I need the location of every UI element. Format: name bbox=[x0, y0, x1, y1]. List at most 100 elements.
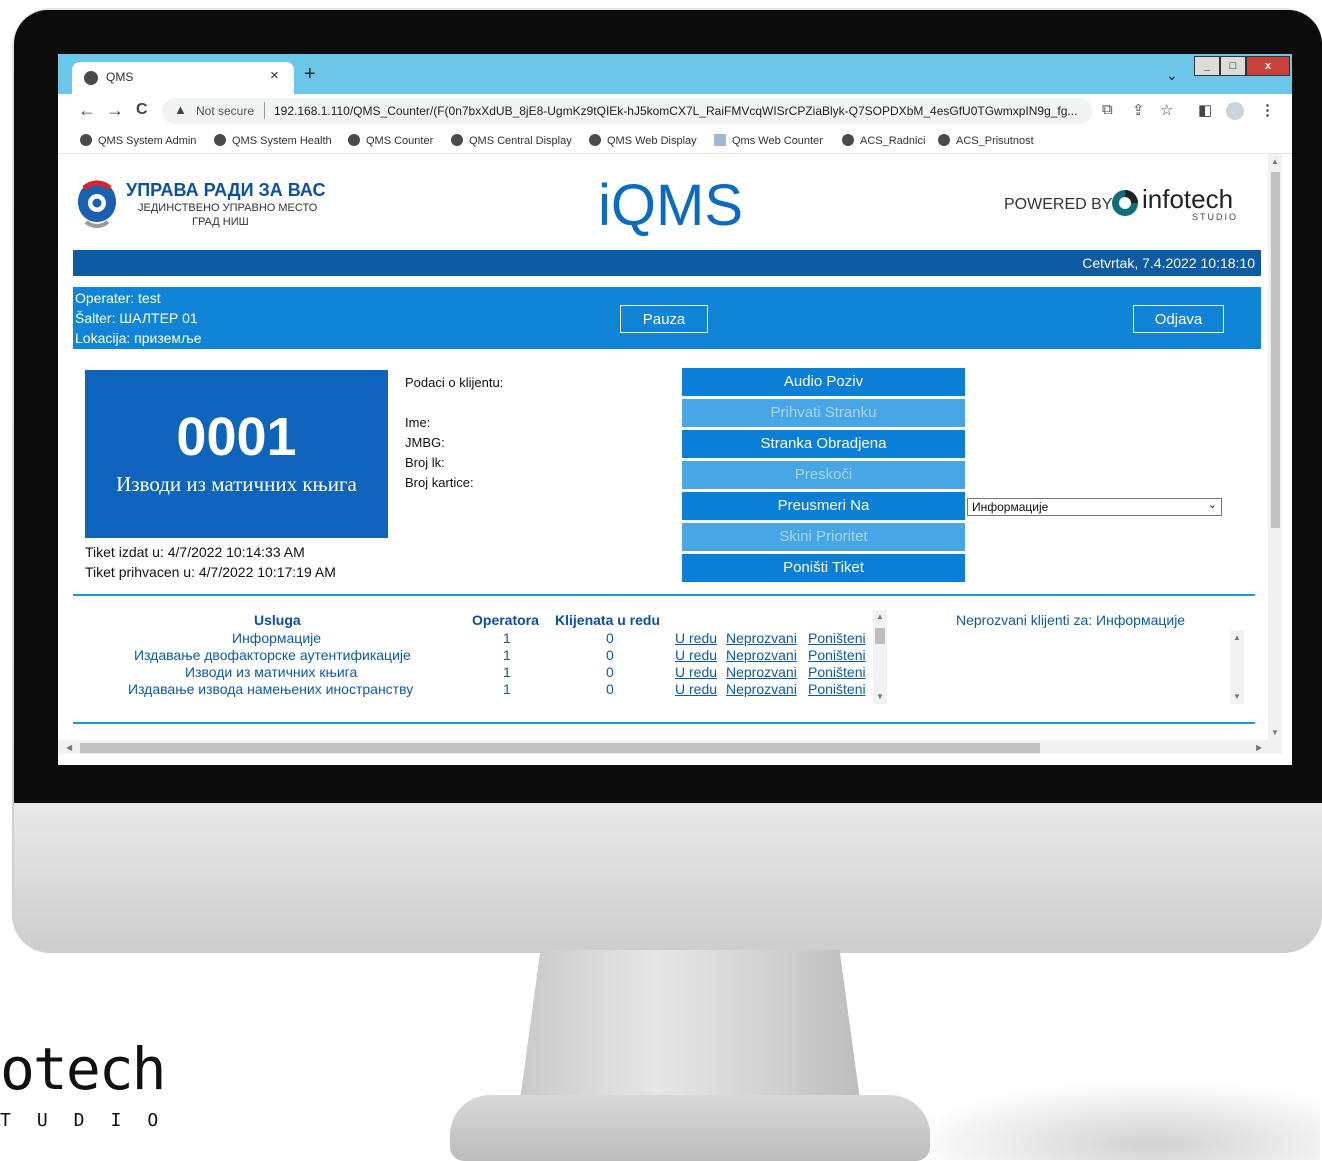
monitor-stand-neck bbox=[520, 950, 860, 1100]
uncalled-scrollbar[interactable]: ▲ ▼ bbox=[1230, 630, 1244, 704]
scrollbar-thumb[interactable] bbox=[80, 743, 1040, 753]
service-name: Изводи из матичних књига bbox=[185, 664, 358, 680]
close-tab-icon[interactable]: × bbox=[270, 67, 279, 84]
bookmark-qms-web-display[interactable]: QMS Web Display bbox=[589, 134, 697, 147]
scroll-down-icon[interactable]: ▼ bbox=[1233, 692, 1241, 701]
globe-icon bbox=[84, 71, 98, 85]
bookmark-qms-web-counter[interactable]: Qms Web Counter bbox=[714, 134, 823, 147]
vendor-logo-icon bbox=[1112, 190, 1138, 216]
side-panel-icon[interactable]: ◧ bbox=[1198, 101, 1212, 119]
title-bar: QMS × + ⌄ _ □ x bbox=[58, 54, 1292, 94]
back-icon[interactable]: ← bbox=[78, 100, 96, 121]
bookmarks-bar: QMS System Admin QMS System Health QMS C… bbox=[58, 128, 1292, 154]
address-bar[interactable]: ▲ Not secure 192.168.1.110/QMS_Counter/(… bbox=[162, 98, 1092, 124]
bookmark-label: QMS System Health bbox=[232, 135, 332, 147]
ticket-service: Изводи из матичних књига bbox=[116, 472, 357, 496]
profile-avatar-icon[interactable] bbox=[1226, 102, 1244, 120]
bookmark-label: QMS System Admin bbox=[98, 135, 197, 147]
scroll-up-icon[interactable]: ▲ bbox=[876, 612, 884, 621]
scroll-up-icon[interactable]: ▲ bbox=[1271, 157, 1279, 166]
star-icon[interactable]: ☆ bbox=[1160, 101, 1173, 119]
queue-link[interactable]: U redu bbox=[675, 681, 717, 697]
reload-icon[interactable]: C bbox=[136, 101, 148, 119]
globe-icon bbox=[348, 134, 360, 146]
brand-wordmark: otech bbox=[0, 1035, 167, 1103]
queue-link[interactable]: U redu bbox=[675, 647, 717, 663]
tab-qms[interactable]: QMS × bbox=[72, 62, 294, 94]
service-name: Издавање двофакторске аутентификације bbox=[134, 647, 411, 663]
brand-subtitle: TUDIO bbox=[0, 1110, 185, 1131]
redirect-button[interactable]: Preusmeri Na bbox=[682, 492, 965, 520]
scroll-up-icon[interactable]: ▲ bbox=[1233, 633, 1241, 642]
client-processed-button[interactable]: Stranka Obradjena bbox=[682, 430, 965, 458]
address-separator bbox=[264, 102, 265, 119]
translate-icon[interactable]: ⧉ bbox=[1102, 101, 1113, 118]
uncalled-link[interactable]: Neprozvani bbox=[726, 664, 797, 680]
org-city: ГРАД НИШ bbox=[192, 216, 249, 228]
scroll-down-icon[interactable]: ▼ bbox=[876, 692, 884, 701]
bookmark-acs-prisutnost[interactable]: ACS_Prisutnost bbox=[938, 134, 1034, 147]
menu-icon[interactable]: ⋮ bbox=[1260, 101, 1275, 119]
cancelled-link[interactable]: Poništeni bbox=[808, 664, 866, 680]
service-queue-count: 0 bbox=[606, 630, 614, 646]
service-operators: 1 bbox=[503, 647, 511, 663]
scroll-down-icon[interactable]: ▼ bbox=[1271, 728, 1279, 737]
bookmark-qms-system-admin[interactable]: QMS System Admin bbox=[80, 134, 196, 147]
location-name: Lokacija: приземље bbox=[75, 330, 202, 346]
column-header-operators: Operatora bbox=[472, 612, 539, 628]
uncalled-link[interactable]: Neprozvani bbox=[726, 647, 797, 663]
service-queue-count: 0 bbox=[606, 664, 614, 680]
divider bbox=[73, 594, 1255, 596]
bookmark-label: ACS_Radnici bbox=[860, 135, 926, 147]
scrollbar-thumb[interactable] bbox=[1271, 172, 1280, 528]
page-vertical-scrollbar[interactable]: ▲ ▼ bbox=[1268, 154, 1282, 754]
queue-link[interactable]: U redu bbox=[675, 630, 717, 646]
service-name: Информације bbox=[232, 630, 322, 646]
floor-shadow bbox=[900, 1080, 1320, 1160]
city-logo-icon bbox=[78, 180, 116, 228]
queue-link[interactable]: U redu bbox=[675, 664, 717, 680]
globe-icon bbox=[842, 134, 854, 146]
service-operators: 1 bbox=[503, 681, 511, 697]
accept-client-button[interactable]: Prihvati Stranku bbox=[682, 399, 965, 427]
cancel-ticket-button[interactable]: Poništi Tiket bbox=[682, 554, 965, 582]
services-scrollbar[interactable]: ▲ ▼ bbox=[873, 610, 887, 704]
skip-button[interactable]: Preskoči bbox=[682, 461, 965, 489]
chevron-down-icon: ⌄ bbox=[1207, 499, 1217, 511]
browser-window: QMS × + ⌄ _ □ x ← → C ▲ Not secure 192.1… bbox=[58, 54, 1292, 765]
security-warning-label[interactable]: Not secure bbox=[196, 104, 254, 118]
minimize-button[interactable]: _ bbox=[1194, 56, 1220, 76]
page-content: УПРАВА РАДИ ЗА ВАС ЈЕДИНСТВЕНО УПРАВНО М… bbox=[58, 154, 1292, 765]
scrollbar-thumb[interactable] bbox=[875, 628, 885, 644]
browser-toolbar: ← → C ▲ Not secure 192.168.1.110/QMS_Cou… bbox=[58, 94, 1292, 128]
cancelled-link[interactable]: Poništeni bbox=[808, 681, 866, 697]
scroll-right-icon[interactable]: ▶ bbox=[1256, 743, 1262, 752]
share-icon[interactable]: ⇪ bbox=[1132, 101, 1145, 119]
remove-priority-button[interactable]: Skini Prioritet bbox=[682, 523, 965, 551]
bookmark-acs-radnici[interactable]: ACS_Radnici bbox=[842, 134, 925, 147]
logout-button[interactable]: Odjava bbox=[1133, 305, 1224, 333]
forward-icon[interactable]: → bbox=[106, 100, 124, 121]
app-logo-title: iQMS bbox=[598, 173, 743, 238]
client-id-card-label: Broj lk: bbox=[405, 455, 445, 470]
new-tab-button[interactable]: + bbox=[304, 63, 316, 86]
scroll-left-icon[interactable]: ◀ bbox=[66, 743, 72, 752]
page-horizontal-scrollbar[interactable]: ◀ ▶ bbox=[58, 740, 1268, 754]
pause-button[interactable]: Pauza bbox=[620, 305, 708, 333]
bookmark-qms-counter[interactable]: QMS Counter bbox=[348, 134, 433, 147]
date-bar: Cetvrtak, 7.4.2022 10:18:10 bbox=[73, 250, 1261, 276]
audio-call-button[interactable]: Audio Poziv bbox=[682, 368, 965, 396]
uncalled-link[interactable]: Neprozvani bbox=[726, 630, 797, 646]
globe-icon bbox=[589, 134, 601, 146]
cancelled-link[interactable]: Poništeni bbox=[808, 630, 866, 646]
bookmark-qms-system-health[interactable]: QMS System Health bbox=[214, 134, 332, 147]
cancelled-link[interactable]: Poništeni bbox=[808, 647, 866, 663]
url-text[interactable]: 192.168.1.110/QMS_Counter/(F(0n7bxXdUB_8… bbox=[274, 104, 1092, 118]
client-data-heading: Podaci o klijentu: bbox=[405, 375, 504, 390]
tab-search-chevron-icon[interactable]: ⌄ bbox=[1166, 67, 1178, 84]
maximize-button[interactable]: □ bbox=[1220, 56, 1246, 76]
uncalled-link[interactable]: Neprozvani bbox=[726, 681, 797, 697]
bookmark-qms-central-display[interactable]: QMS Central Display bbox=[451, 134, 572, 147]
redirect-service-select[interactable]: Информације ⌄ bbox=[967, 498, 1222, 516]
close-window-button[interactable]: x bbox=[1246, 56, 1290, 76]
